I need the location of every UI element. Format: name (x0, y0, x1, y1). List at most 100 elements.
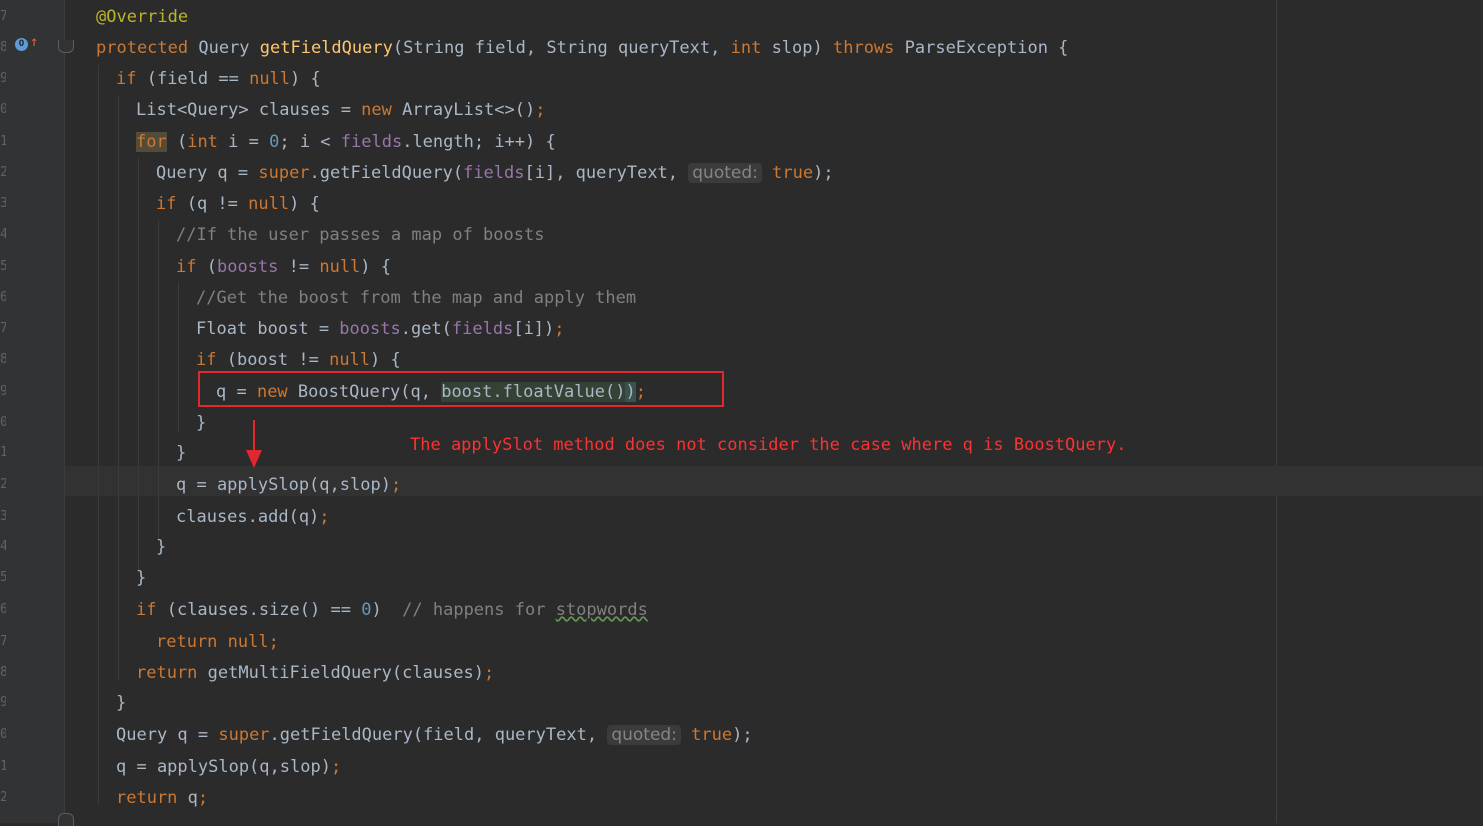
field-token: fields (463, 163, 525, 183)
annotation-note: The applySlot method does not consider t… (410, 435, 1127, 455)
brace-token: } (136, 568, 147, 588)
code-line-if-boosts[interactable]: if (boosts != null) { (176, 255, 391, 279)
code-line-close-brace[interactable]: } (116, 691, 126, 715)
code-token: .getFieldQuery( (309, 163, 464, 183)
keyword-token: if (136, 600, 157, 620)
keyword-token: int (187, 132, 218, 152)
code-token: ) { (289, 194, 320, 214)
code-line-close-brace[interactable]: } (176, 441, 186, 465)
exception-token: ParseException { (894, 38, 1069, 58)
line-number: 9 (0, 695, 6, 710)
code-line-for-loop[interactable]: for (int i = 0; i < fields.length; i++) … (136, 130, 556, 154)
line-number: 8 (0, 40, 6, 55)
keyword-token: int (730, 38, 762, 58)
keyword-token: for (136, 132, 167, 152)
line-number: 7 (0, 321, 6, 336)
semicolon-token: ; (319, 507, 330, 527)
line-number: 7 (0, 634, 6, 649)
comment-token: // happens for (402, 600, 556, 620)
code-token: Query q = (156, 163, 259, 183)
code-token: != (278, 257, 320, 277)
line-number: 1 (0, 759, 6, 774)
params-token: slop) (761, 38, 833, 58)
editor-gutter (0, 0, 64, 823)
line-number: 2 (0, 165, 6, 180)
line-number: 8 (0, 665, 6, 680)
right-margin-guide (1276, 0, 1277, 823)
override-method-icon[interactable]: O (15, 38, 28, 51)
code-token: q (177, 788, 198, 808)
code-token: Query q = (116, 725, 219, 745)
parameter-hint: quoted: (607, 725, 681, 745)
code-line-clauses-add[interactable]: clauses.add(q); (176, 505, 330, 529)
code-line-apply-slop-2[interactable]: q = applySlop(q,slop); (116, 755, 341, 779)
code-line-if-size[interactable]: if (clauses.size() == 0) // happens for … (136, 598, 648, 622)
fold-end-icon[interactable] (58, 813, 74, 826)
keyword-token: if (156, 194, 177, 214)
brace-token: } (176, 443, 187, 463)
semicolon-token: ; (268, 632, 279, 652)
code-token: .getFieldQuery(field, queryText, (269, 725, 608, 745)
code-token: (clauses.size() == (156, 600, 362, 620)
keyword-token: return (156, 632, 218, 652)
code-line-if-boost[interactable]: if (boost != null) { (196, 348, 401, 372)
code-line-if-q-null[interactable]: if (q != null) { (156, 192, 320, 216)
code-line-comment-apply[interactable]: //Get the boost from the map and apply t… (196, 286, 636, 310)
semicolon-token: ; (535, 100, 546, 120)
code-line-close-brace[interactable]: } (156, 535, 166, 559)
semicolon-token: ; (554, 319, 565, 339)
code-token: [i], queryText, (524, 163, 689, 183)
indent-guide (178, 282, 179, 432)
field-token: fields (451, 319, 514, 339)
code-line-apply-slop[interactable]: q = applySlop(q,slop); (176, 473, 401, 497)
code-line-return-multi[interactable]: return getMultiFieldQuery(clauses); (136, 661, 494, 685)
code-token: (field == (136, 69, 250, 89)
code-token: List<Query> clauses = (136, 100, 362, 120)
code-token: Float boost = (196, 319, 340, 339)
keyword-token: new (361, 100, 392, 120)
code-line-q-super[interactable]: Query q = super.getFieldQuery(fields[i],… (156, 161, 834, 185)
code-token: getMultiFieldQuery(clauses) (197, 663, 484, 683)
code-token: .length; i++) { (402, 132, 556, 152)
keyword-token: null (217, 632, 269, 652)
comment-token: //Get the boost from the map and apply t… (196, 288, 637, 308)
line-number: 0 (0, 415, 6, 430)
semicolon-token: ; (390, 475, 402, 495)
code-line-close-brace[interactable]: } (196, 411, 206, 435)
code-line-q-super-2[interactable]: Query q = super.getFieldQuery(field, que… (116, 723, 753, 747)
code-line-clauses-decl[interactable]: List<Query> clauses = new ArrayList<>(); (136, 98, 545, 122)
go-to-super-arrow-icon[interactable]: ↑ (30, 34, 38, 50)
code-line-close-brace[interactable]: } (136, 566, 146, 590)
code-line-method-signature[interactable]: protected Query getFieldQuery(String fie… (96, 36, 1068, 60)
line-number: 5 (0, 259, 6, 274)
keyword-token: if (196, 350, 217, 370)
code-line-return-null[interactable]: return null; (156, 630, 279, 654)
params-token: (String field, String queryText, (392, 38, 731, 58)
code-token: ) { (370, 350, 401, 370)
code-line-comment-boosts[interactable]: //If the user passes a map of boosts (176, 223, 544, 247)
code-token: ArrayList<>() (391, 100, 536, 120)
keyword-token: null (319, 257, 361, 277)
keyword-token: return (116, 788, 178, 808)
line-number: 2 (0, 477, 6, 492)
number-token: 0 (269, 132, 280, 152)
line-number: 3 (0, 509, 6, 524)
semicolon-token: ; (197, 788, 209, 808)
indent-guide (118, 95, 119, 680)
keyword-token: return (136, 663, 198, 683)
code-token: q = applySlop(q,slop) (116, 757, 331, 777)
code-line-annotation[interactable]: @Override (96, 5, 188, 29)
keyword-token: protected (96, 38, 189, 58)
code-line-float-boost[interactable]: Float boost = boosts.get(fields[i]); (196, 317, 565, 341)
line-number: 8 (0, 352, 6, 367)
code-token: .get( (400, 319, 452, 339)
brace-token: } (156, 537, 167, 557)
keyword-token: null (249, 69, 291, 89)
field-token: fields (340, 132, 403, 152)
fold-toggle-icon[interactable] (58, 40, 74, 53)
code-token: ( (196, 257, 217, 277)
code-line-return-q[interactable]: return q; (116, 786, 208, 810)
code-line-if-field-null[interactable]: if (field == null) { (116, 67, 321, 91)
keyword-token: true (691, 725, 733, 745)
semicolon-token: ; (484, 663, 495, 683)
